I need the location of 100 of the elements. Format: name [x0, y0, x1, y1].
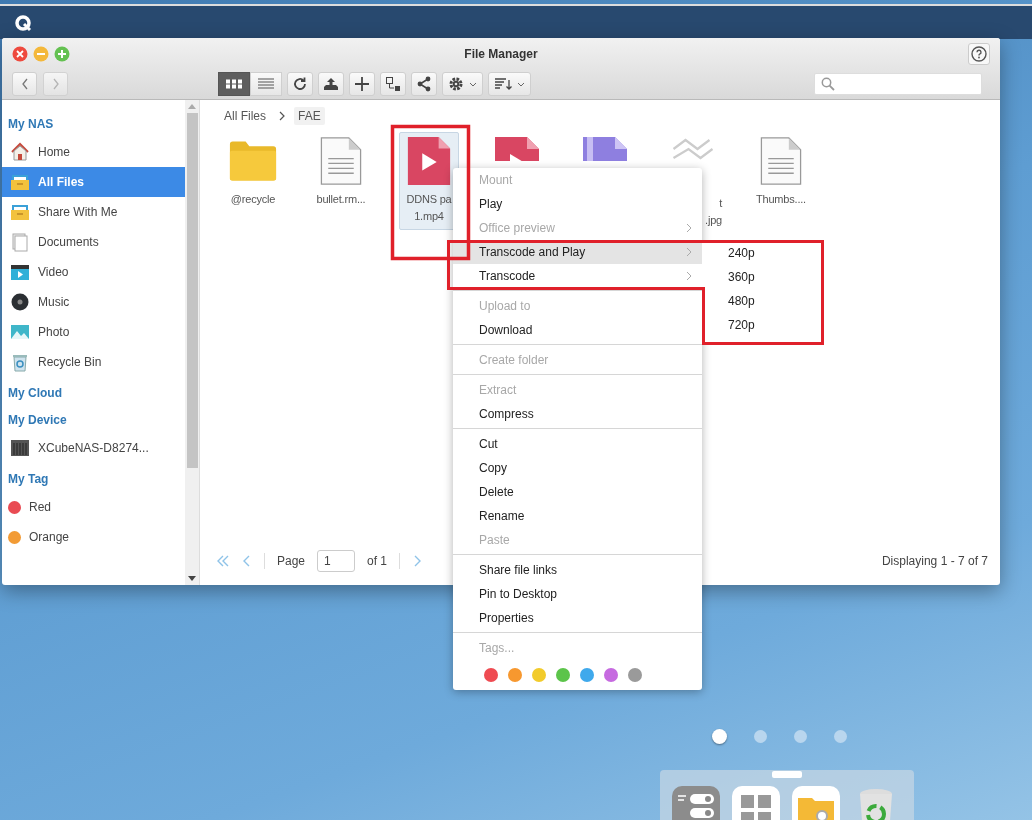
first-page-icon[interactable]	[216, 554, 230, 568]
menu-item[interactable]: 240p	[702, 241, 822, 265]
scroll-down-icon[interactable]	[188, 576, 196, 581]
upload-button[interactable]	[318, 72, 344, 96]
chevron-right-icon	[686, 271, 692, 281]
sidebar-item[interactable]: Documents	[2, 227, 185, 257]
menu-item[interactable]: Share file links	[453, 558, 702, 582]
breadcrumb-link[interactable]: All Files	[220, 107, 270, 125]
sidebar-item[interactable]: Home	[2, 137, 185, 167]
menu-item[interactable]: 360p	[702, 265, 822, 289]
previous-page-icon[interactable]	[242, 554, 252, 568]
sidebar-item[interactable]: Music	[2, 287, 185, 317]
file-name: Thumbs....	[756, 192, 806, 207]
page-indicator-dot[interactable]	[712, 729, 727, 744]
forward-button[interactable]	[43, 72, 68, 96]
menu-item[interactable]: 480p	[702, 289, 822, 313]
clapperboard-icon	[10, 262, 30, 282]
logo-icon	[14, 14, 32, 32]
file-name: @recycle	[230, 192, 276, 207]
menu-item[interactable]: Transcode	[453, 264, 702, 288]
page-indicator-dot[interactable]	[834, 730, 847, 743]
tag-color-option[interactable]	[484, 668, 498, 682]
breadcrumb-link[interactable]: FAE	[294, 107, 325, 125]
scroll-up-icon[interactable]	[188, 104, 196, 109]
menu-item[interactable]: 720p	[702, 313, 822, 337]
page-indicator-dot[interactable]	[794, 730, 807, 743]
video-file-icon	[405, 137, 453, 185]
tag-color-option[interactable]	[556, 668, 570, 682]
sort-icon	[494, 78, 512, 90]
vinyl-disc-icon	[10, 292, 30, 312]
chevron-right-icon	[278, 111, 286, 121]
sidebar-item[interactable]: Video	[2, 257, 185, 287]
file-item[interactable]: @recycle	[223, 132, 283, 213]
tag-color-option[interactable]	[604, 668, 618, 682]
caret-icon	[469, 81, 477, 87]
sidebar-item[interactable]: Share With Me	[2, 197, 185, 227]
sidebar-item[interactable]: Photo	[2, 317, 185, 347]
next-page-icon[interactable]	[412, 554, 423, 568]
menu-item[interactable]: Compress	[453, 402, 702, 426]
menu-item[interactable]: Rename	[453, 504, 702, 528]
minimize-icon[interactable]	[33, 46, 49, 62]
toggle-switches-icon[interactable]	[672, 786, 720, 820]
page-indicator-dot[interactable]	[754, 730, 767, 743]
grid-view-button[interactable]	[218, 72, 250, 96]
menu-item[interactable]: Download	[453, 318, 702, 342]
page-label: Page	[277, 554, 306, 568]
file-item[interactable]: Thumbs....	[751, 132, 811, 213]
file-name: DDNS pa 1.mp4	[406, 192, 452, 224]
close-icon[interactable]	[12, 46, 28, 62]
folder-icon	[10, 172, 30, 192]
search-icon	[821, 77, 835, 91]
refresh-button[interactable]	[287, 72, 313, 96]
menu-item[interactable]: Properties	[453, 606, 702, 630]
settings-button[interactable]	[442, 72, 483, 96]
sidebar-item[interactable]: All Files	[2, 167, 185, 197]
upload-icon	[323, 77, 339, 91]
help-button[interactable]	[968, 43, 990, 65]
add-button[interactable]	[349, 72, 375, 96]
house-icon	[10, 142, 30, 162]
scrollbar[interactable]	[185, 100, 200, 585]
sort-button[interactable]	[488, 72, 531, 96]
document-icon	[10, 232, 30, 252]
menu-item[interactable]: Pin to Desktop	[453, 582, 702, 606]
sidebar-section-title[interactable]: My NAS	[2, 112, 185, 135]
tag-color-option[interactable]	[628, 668, 642, 682]
caret-icon	[517, 81, 525, 87]
share-button[interactable]	[411, 72, 437, 96]
file-name: bullet.rm...	[316, 192, 366, 207]
chevron-right-icon	[686, 247, 692, 257]
sidebar-item[interactable]: Red	[2, 492, 185, 522]
video-file-icon	[493, 137, 541, 161]
grid-icon[interactable]	[732, 786, 780, 820]
page-number-field[interactable]: 1	[317, 550, 356, 572]
menu-item[interactable]: Delete	[453, 480, 702, 504]
sidebar-item[interactable]: XCubeNAS-D8274...	[2, 433, 185, 463]
resize-button[interactable]	[380, 72, 406, 96]
window-title: File Manager	[464, 47, 538, 61]
folder-icon	[10, 202, 30, 222]
list-icon	[258, 78, 274, 90]
refresh-icon	[292, 76, 308, 92]
folder-search-icon[interactable]	[792, 786, 840, 820]
sidebar-section-title[interactable]: My Cloud	[2, 381, 185, 404]
share-icon	[416, 76, 432, 92]
chevron-right-icon	[686, 223, 692, 233]
sidebar-item[interactable]: Orange	[2, 522, 185, 552]
file-item[interactable]: DDNS pa 1.mp4	[399, 132, 459, 230]
sidebar-item[interactable]: Recycle Bin	[2, 347, 185, 377]
tag-color-option[interactable]	[580, 668, 594, 682]
gear-icon	[448, 76, 464, 92]
tag-color-option[interactable]	[508, 668, 522, 682]
tag-color-option[interactable]	[532, 668, 546, 682]
search-field[interactable]	[814, 73, 982, 95]
sidebar-section-title[interactable]: My Tag	[2, 467, 185, 490]
menu-item[interactable]: Cut	[453, 432, 702, 456]
menu-item[interactable]: Copy	[453, 456, 702, 480]
sidebar-section-title[interactable]: My Device	[2, 408, 185, 431]
dock-handle[interactable]	[772, 771, 802, 778]
maximize-icon[interactable]	[54, 46, 70, 62]
file-item[interactable]: bullet.rm...	[311, 132, 371, 213]
back-button[interactable]	[12, 72, 37, 96]
